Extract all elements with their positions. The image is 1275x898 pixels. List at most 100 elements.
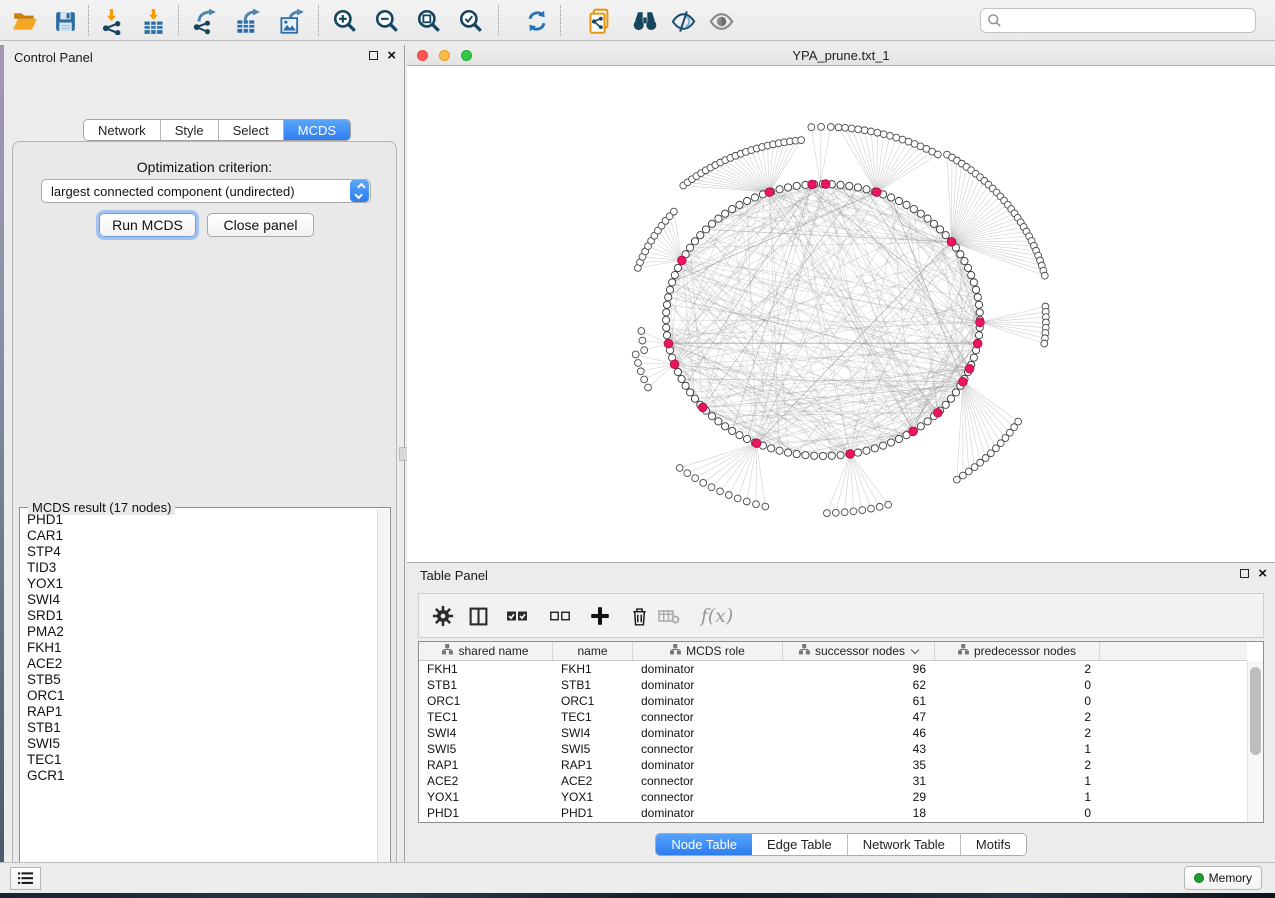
sort-chevron-icon[interactable]: [911, 645, 919, 653]
column-header-name[interactable]: name: [553, 642, 633, 660]
column-header-shared-name[interactable]: shared name: [419, 642, 553, 660]
network-canvas[interactable]: [407, 66, 1275, 562]
open-file-icon[interactable]: [10, 6, 40, 36]
node-table: shared namenameMCDS rolesuccessor nodesp…: [418, 641, 1264, 823]
table-row[interactable]: SWI5SWI5connector431: [419, 741, 1247, 757]
table-cell: 96: [783, 661, 935, 677]
table-row[interactable]: YOX1YOX1connector291: [419, 789, 1247, 805]
search-box[interactable]: [980, 8, 1256, 33]
table-row[interactable]: STB1STB1dominator620: [419, 677, 1247, 693]
table-cell: 2: [935, 709, 1100, 725]
mcds-result-item[interactable]: STP4: [20, 544, 376, 560]
zoom-selected-icon[interactable]: [456, 6, 486, 36]
delete-column-trash-icon[interactable]: [626, 603, 652, 629]
control-panel-titlebar: Control Panel ×: [4, 45, 404, 69]
table-row[interactable]: SWI4SWI4dominator462: [419, 725, 1247, 741]
optimization-criterion-select[interactable]: largest connected component (undirected): [41, 179, 371, 203]
deselect-all-rows-icon[interactable]: [547, 603, 573, 629]
mcds-result-item[interactable]: SWI5: [20, 736, 376, 752]
mcds-result-item[interactable]: CAR1: [20, 528, 376, 544]
tab-motifs[interactable]: Motifs: [961, 834, 1026, 855]
table-row[interactable]: ORC1ORC1dominator610: [419, 693, 1247, 709]
table-cell: TEC1: [553, 709, 633, 725]
mcds-result-item[interactable]: FKH1: [20, 640, 376, 656]
table-body[interactable]: FKH1FKH1dominator962STB1STB1dominator620…: [419, 661, 1247, 822]
toolbar-separator: [318, 5, 319, 36]
mcds-result-item[interactable]: RAP1: [20, 704, 376, 720]
mcds-result-item[interactable]: YOX1: [20, 576, 376, 592]
desktop-wallpaper: [0, 893, 1275, 898]
mcds-result-item[interactable]: STB5: [20, 672, 376, 688]
mcds-result-item[interactable]: PHD1: [20, 512, 376, 528]
list-icon: [17, 871, 34, 886]
mcds-result-item[interactable]: TEC1: [20, 752, 376, 768]
memory-button[interactable]: Memory: [1184, 866, 1262, 890]
tab-style[interactable]: Style: [161, 120, 219, 140]
search-input[interactable]: [1002, 13, 1249, 28]
table-options-gear-icon[interactable]: [430, 603, 456, 629]
table-header-row: shared namenameMCDS rolesuccessor nodesp…: [419, 642, 1247, 661]
table-cell: 2: [935, 661, 1100, 677]
show-columns-icon[interactable]: [465, 603, 491, 629]
refresh-icon[interactable]: [522, 6, 552, 36]
table-scrollbar-thumb[interactable]: [1250, 667, 1261, 755]
run-mcds-button[interactable]: Run MCDS: [99, 213, 196, 237]
mcds-result-item[interactable]: GCR1: [20, 768, 376, 784]
mcds-result-item[interactable]: ACE2: [20, 656, 376, 672]
function-builder-icon[interactable]: f(x): [697, 603, 737, 629]
table-cell: 0: [935, 693, 1100, 709]
show-selected-icon[interactable]: [706, 6, 736, 36]
mcds-result-item[interactable]: SRD1: [20, 608, 376, 624]
mcds-list-scrollbar[interactable]: [377, 509, 389, 880]
share-document-icon[interactable]: [584, 6, 614, 36]
close-panel-icon[interactable]: ×: [387, 50, 396, 61]
tab-edge-table[interactable]: Edge Table: [752, 834, 848, 855]
network-graph[interactable]: [407, 66, 1275, 562]
tab-network-table[interactable]: Network Table: [848, 834, 961, 855]
mcds-result-list[interactable]: PHD1CAR1STP4TID3YOX1SWI4SRD1PMA2FKH1ACE2…: [20, 512, 376, 879]
mcds-result-item[interactable]: STB1: [20, 720, 376, 736]
zoom-out-icon[interactable]: [372, 6, 402, 36]
mcds-result-item[interactable]: TID3: [20, 560, 376, 576]
column-header-successor-nodes[interactable]: successor nodes: [783, 642, 935, 660]
tab-select[interactable]: Select: [219, 120, 284, 140]
table-row[interactable]: FKH1FKH1dominator962: [419, 661, 1247, 677]
mcds-result-item[interactable]: ORC1: [20, 688, 376, 704]
table-cell: connector: [633, 741, 783, 757]
table-cell: 18: [783, 805, 935, 821]
tab-network[interactable]: Network: [84, 120, 161, 140]
table-cell: dominator: [633, 757, 783, 773]
table-row[interactable]: ACE2ACE2connector311: [419, 773, 1247, 789]
table-row[interactable]: TEC1TEC1connector472: [419, 709, 1247, 725]
create-column-icon[interactable]: [587, 603, 613, 629]
close-table-panel-icon[interactable]: ×: [1258, 568, 1267, 579]
save-icon[interactable]: [50, 6, 80, 36]
float-panel-icon[interactable]: [369, 51, 378, 60]
task-history-button[interactable]: [10, 867, 41, 890]
table-row[interactable]: RAP1RAP1dominator352: [419, 757, 1247, 773]
tab-node-table[interactable]: Node Table: [656, 834, 752, 855]
import-table-icon[interactable]: [138, 6, 168, 36]
hide-selected-icon[interactable]: [668, 6, 698, 36]
delete-table-icon[interactable]: [656, 603, 682, 629]
network-titlebar[interactable]: YPA_prune.txt_1: [407, 45, 1275, 66]
table-scrollbar[interactable]: [1247, 661, 1263, 822]
tab-mcds[interactable]: MCDS: [284, 120, 350, 140]
search-network-icon[interactable]: [630, 6, 660, 36]
table-row[interactable]: PHD1PHD1dominator180: [419, 805, 1247, 821]
column-header-MCDS-role[interactable]: MCDS role: [633, 642, 783, 660]
export-table-icon[interactable]: [232, 6, 262, 36]
table-cell: STB1: [419, 677, 553, 693]
mcds-result-item[interactable]: SWI4: [20, 592, 376, 608]
column-header-predecessor-nodes[interactable]: predecessor nodes: [935, 642, 1100, 660]
close-panel-button[interactable]: Close panel: [207, 213, 314, 237]
export-network-icon[interactable]: [188, 6, 218, 36]
zoom-in-icon[interactable]: [330, 6, 360, 36]
float-table-panel-icon[interactable]: [1240, 569, 1249, 578]
mcds-result-item[interactable]: PMA2: [20, 624, 376, 640]
import-network-icon[interactable]: [96, 6, 126, 36]
export-image-icon[interactable]: [276, 6, 306, 36]
select-all-rows-icon[interactable]: [504, 603, 530, 629]
table-cell: 46: [783, 725, 935, 741]
zoom-fit-icon[interactable]: [414, 6, 444, 36]
